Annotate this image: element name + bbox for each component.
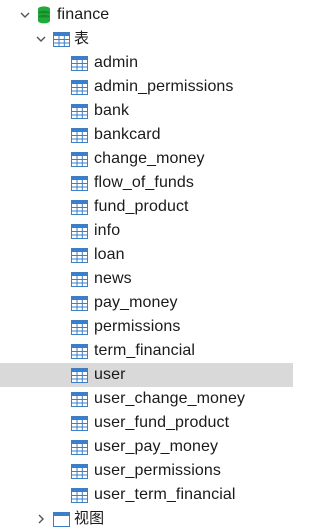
view-folder-icon [53,511,70,527]
table-icon [71,247,88,263]
table-icon [71,271,88,287]
tree-node-table[interactable]: news [0,267,293,291]
table-icon [71,127,88,143]
table-name: news [94,270,132,287]
views-folder-label: 视图 [74,510,105,527]
tree-node-table[interactable]: flow_of_funds [0,171,293,195]
table-name: user_term_financial [94,486,236,503]
table-name: admin [94,54,139,71]
table-name: pay_money [94,294,178,311]
tree-node-table[interactable]: term_financial [0,339,293,363]
table-name: user [94,366,126,383]
tree-node-views-folder[interactable]: 视图 [0,507,293,531]
table-icon [71,319,88,335]
tree-node-table[interactable]: bank [0,99,293,123]
chevron-right-icon[interactable] [34,512,48,526]
table-name: permissions [94,318,181,335]
tree-node-table[interactable]: pay_money [0,291,293,315]
tree-node-table[interactable]: admin_permissions [0,75,293,99]
table-name: change_money [94,150,205,167]
table-name: loan [94,246,125,263]
object-tree: finance 表 admin admin_permissionsbank bank… [0,0,293,527]
tree-node-table[interactable]: fund_product [0,195,293,219]
tree-node-database[interactable]: finance [0,3,293,27]
tree-node-table[interactable]: admin [0,51,293,75]
database-icon [37,6,51,24]
table-name: user_change_money [94,390,246,407]
chevron-down-icon[interactable] [18,8,32,22]
table-name: bank [94,102,130,119]
tree-node-table[interactable]: user_permissions [0,459,293,483]
chevron-down-icon[interactable] [34,32,48,46]
table-name: user_pay_money [94,438,219,455]
table-icon [71,391,88,407]
table-icon [71,367,88,383]
tree-node-table[interactable]: user_change_money [0,387,293,411]
tree-node-table[interactable]: bankcard [0,123,293,147]
tree-node-table[interactable]: change_money [0,147,293,171]
table-name: term_financial [94,342,196,359]
tree-node-table[interactable]: user_term_financial [0,483,293,507]
tree-node-table[interactable]: user_pay_money [0,435,293,459]
table-name: bankcard [94,126,161,143]
table-name: fund_product [94,198,189,215]
table-icon [71,151,88,167]
table-name: info [94,222,121,239]
table-icon [71,103,88,119]
tree-node-table[interactable]: info [0,219,293,243]
tree-node-table[interactable]: permissions [0,315,293,339]
database-name: finance [57,6,110,23]
table-name: flow_of_funds [94,174,195,191]
tree-node-table[interactable]: user [0,363,293,387]
table-folder-icon [53,31,70,47]
table-name: admin_permissions [94,78,234,95]
tree-node-tables-folder[interactable]: 表 [0,27,293,51]
table-icon [71,79,88,95]
table-name: user_permissions [94,462,221,479]
tree-node-table[interactable]: loan [0,243,293,267]
table-name: user_fund_product [94,414,230,431]
table-icon [71,439,88,455]
table-icon [71,295,88,311]
table-icon [71,415,88,431]
table-icon [71,487,88,503]
table-icon [71,199,88,215]
tables-folder-label: 表 [74,30,90,47]
table-icon [71,55,88,71]
table-icon [71,175,88,191]
tree-node-table[interactable]: user_fund_product [0,411,293,435]
table-icon [71,343,88,359]
table-icon [71,223,88,239]
table-icon [71,463,88,479]
